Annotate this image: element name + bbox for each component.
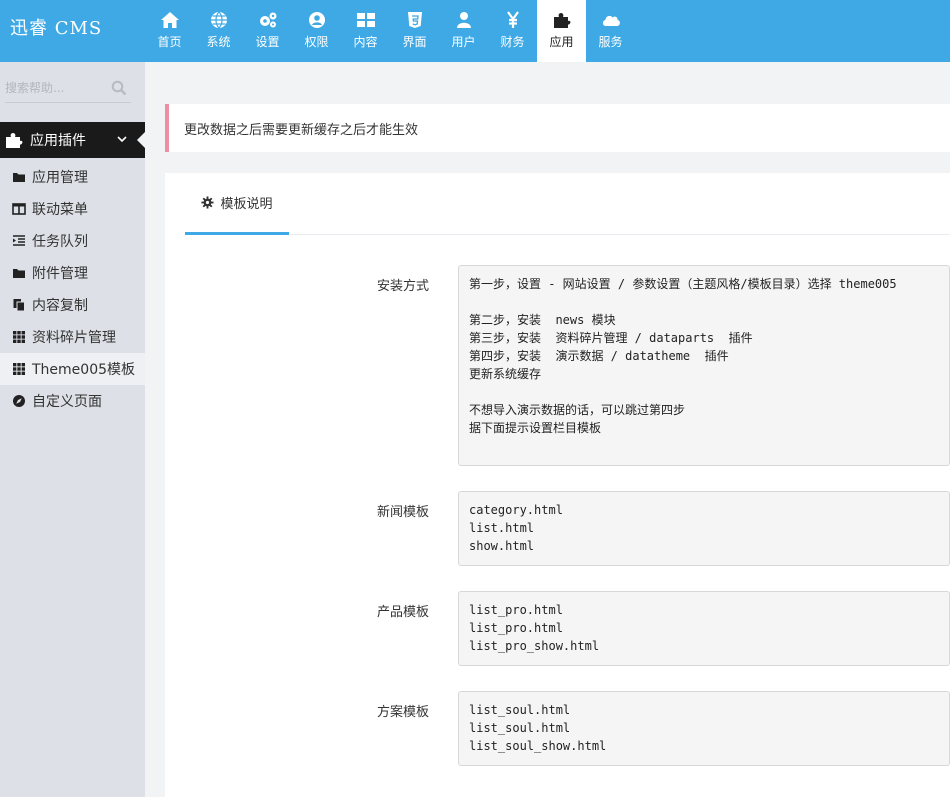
- nav-label: 首页: [157, 35, 182, 49]
- product-template-textarea[interactable]: list_pro.html list_pro.html list_pro_sho…: [458, 591, 950, 666]
- globe-icon: [210, 11, 227, 29]
- sidebar-item-linkage-menu[interactable]: 联动菜单: [0, 193, 145, 225]
- nav-interface[interactable]: 界面: [390, 0, 439, 62]
- sidebar-item-custom-page[interactable]: 自定义页面: [0, 385, 145, 417]
- compass-icon: [13, 395, 25, 407]
- gear-icon: [201, 196, 215, 209]
- search-icon[interactable]: [111, 80, 127, 96]
- active-notch: [137, 131, 146, 149]
- nav-users[interactable]: 用户: [439, 0, 488, 62]
- nav-label: 系统: [206, 35, 231, 49]
- yen-icon: [506, 11, 519, 28]
- row-label: 安装方式: [376, 279, 429, 294]
- sidebar-item-label: 应用管理: [32, 170, 88, 186]
- nav-label: 用户: [451, 35, 476, 49]
- row-label: 新闻模板: [376, 505, 429, 520]
- chevron-down-icon: [117, 136, 127, 143]
- sidebar: 应用插件 应用管理 联动菜单 任务队列 附件管理 内容复制 资料碎片管理: [0, 62, 146, 797]
- nav-permissions[interactable]: 权限: [292, 0, 341, 62]
- info-alert: 更改数据之后需要更新缓存之后才能生效: [165, 104, 950, 152]
- search-input[interactable]: [5, 81, 105, 95]
- nav-content[interactable]: 内容: [341, 0, 390, 62]
- sidebar-item-label: 内容复制: [32, 298, 88, 314]
- nav-settings[interactable]: 设置: [243, 0, 292, 62]
- grid-icon: [13, 331, 25, 343]
- sidebar-item-content-copy[interactable]: 内容复制: [0, 289, 145, 321]
- sidebar-menu: 应用管理 联动菜单 任务队列 附件管理 内容复制 资料碎片管理 Theme005…: [0, 161, 145, 417]
- tab-label: 模板说明: [220, 197, 273, 212]
- sidebar-item-label: 资料碎片管理: [32, 330, 116, 346]
- nav-label: 权限: [304, 35, 329, 49]
- folder-icon: [13, 173, 25, 182]
- alert-text: 更改数据之后需要更新缓存之后才能生效: [184, 122, 419, 138]
- user-icon: [456, 12, 471, 28]
- sidebar-search: [5, 77, 131, 103]
- sidebar-item-app-management[interactable]: 应用管理: [0, 161, 145, 193]
- nav-apps[interactable]: 应用: [537, 0, 586, 62]
- tab-bar: 模板说明: [185, 173, 950, 235]
- nav-label: 内容: [353, 35, 378, 49]
- sidebar-item-task-queue[interactable]: 任务队列: [0, 225, 145, 257]
- indent-icon: [13, 235, 25, 246]
- table-icon: [356, 13, 375, 27]
- nav-system[interactable]: 系统: [194, 0, 243, 62]
- html5-icon: [407, 12, 422, 28]
- top-header: 迅睿 CMS 首页 系统 设置 权限 内容 界面 用户 财务 应用 服务: [0, 0, 950, 62]
- row-label: 产品模板: [376, 605, 429, 620]
- cloud-icon: [602, 15, 620, 26]
- top-nav: 首页 系统 设置 权限 内容 界面 用户 财务 应用 服务: [145, 0, 635, 62]
- nav-label: 财务: [500, 35, 525, 49]
- puzzle-icon: [553, 13, 570, 28]
- row-label: 方案模板: [376, 705, 429, 720]
- sidebar-item-label: 自定义页面: [32, 394, 102, 410]
- solution-template-textarea[interactable]: list_soul.html list_soul.html list_soul_…: [458, 691, 950, 766]
- sidebar-item-attachments[interactable]: 附件管理: [0, 257, 145, 289]
- nav-services[interactable]: 服务: [586, 0, 635, 62]
- grid-icon: [13, 363, 25, 375]
- sidebar-item-label: 联动菜单: [32, 202, 88, 218]
- tab-template-description[interactable]: 模板说明: [185, 173, 289, 235]
- copy-icon: [13, 299, 25, 312]
- nav-label: 服务: [598, 35, 623, 49]
- nav-label: 设置: [255, 35, 280, 49]
- section-title: 应用插件: [30, 133, 86, 149]
- folder-icon: [13, 269, 25, 278]
- user-circle-icon: [308, 12, 325, 28]
- puzzle-icon: [6, 133, 23, 148]
- sidebar-item-data-fragments[interactable]: 资料碎片管理: [0, 321, 145, 353]
- nav-label: 界面: [402, 35, 427, 49]
- sidebar-item-theme005[interactable]: Theme005模板: [0, 353, 145, 385]
- home-icon: [160, 12, 179, 28]
- cogs-icon: [259, 12, 276, 28]
- main-panel: 模板说明 安装方式 第一步，设置 - 网站设置 / 参数设置（主题风格/模板目录…: [165, 173, 950, 797]
- news-template-textarea[interactable]: category.html list.html show.html: [458, 491, 950, 566]
- install-steps-textarea[interactable]: 第一步，设置 - 网站设置 / 参数设置（主题风格/模板目录）选择 theme0…: [458, 265, 950, 466]
- nav-finance[interactable]: 财务: [488, 0, 537, 62]
- sidebar-item-label: 附件管理: [32, 266, 88, 282]
- sidebar-item-label: 任务队列: [32, 234, 88, 250]
- sidebar-section-app-plugins[interactable]: 应用插件: [0, 122, 146, 158]
- brand-logo[interactable]: 迅睿 CMS: [10, 14, 102, 40]
- sidebar-item-label: Theme005模板: [32, 362, 136, 378]
- columns-icon: [12, 203, 26, 215]
- nav-home[interactable]: 首页: [145, 0, 194, 62]
- nav-label: 应用: [549, 35, 574, 49]
